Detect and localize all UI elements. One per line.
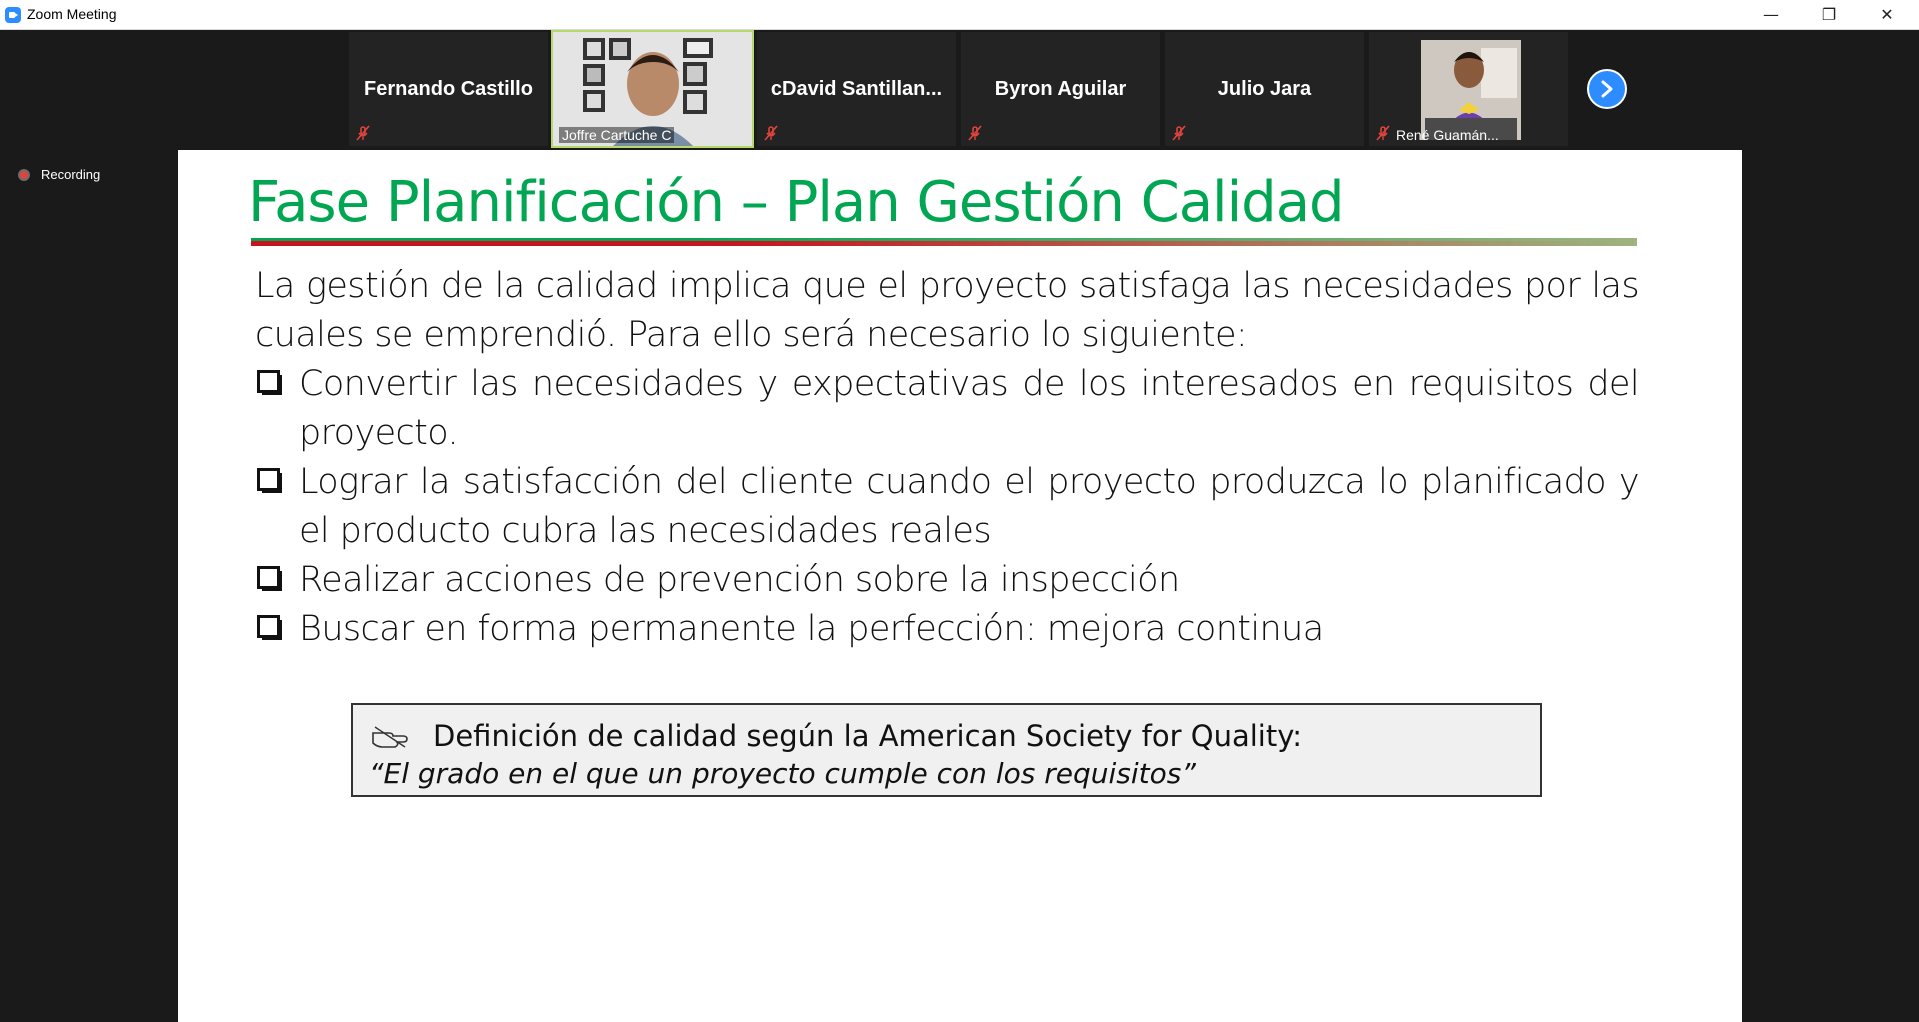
muted-microphone-icon bbox=[1172, 125, 1186, 141]
checkbox-bullet-icon bbox=[257, 615, 282, 640]
slide-intro: La gestión de la calidad implica que el … bbox=[255, 266, 1640, 355]
recording-label: Recording bbox=[41, 167, 101, 182]
participant-name: Julio Jara bbox=[1217, 78, 1312, 100]
bullet-text: Lograr la satisfacción del cliente cuand… bbox=[299, 462, 1640, 551]
checkbox-bullet-icon bbox=[257, 468, 282, 493]
muted-microphone-icon bbox=[764, 125, 778, 141]
recording-icon bbox=[18, 168, 30, 181]
definition-box: Definición de calidad según la American … bbox=[351, 703, 1542, 797]
definition-quote: “El grado en el que un proyecto cumple c… bbox=[369, 757, 1196, 790]
slide-body: La gestión de la calidad implica que el … bbox=[255, 262, 1640, 654]
participant-name: Fernando Castillo bbox=[364, 78, 533, 100]
bullet-list: Convertir las necesidades y expectativas… bbox=[255, 360, 1640, 654]
participant-video bbox=[1421, 40, 1521, 140]
bullet-text: Realizar acciones de prevención sobre la… bbox=[299, 560, 1180, 600]
bullet-item: Lograr la satisfacción del cliente cuand… bbox=[255, 458, 1640, 556]
muted-microphone-icon bbox=[1376, 125, 1390, 141]
title-divider bbox=[251, 238, 1637, 246]
close-button[interactable]: ✕ bbox=[1858, 0, 1916, 29]
shared-screen-slide: Fase Planificación – Plan Gestión Calida… bbox=[178, 150, 1742, 1022]
recording-indicator[interactable]: Recording bbox=[18, 167, 100, 182]
checkbox-bullet-icon bbox=[257, 566, 282, 591]
muted-microphone-icon bbox=[968, 125, 982, 141]
participant-tile[interactable]: René Guamán... bbox=[1369, 32, 1568, 146]
muted-microphone-icon bbox=[356, 125, 370, 141]
participant-tile[interactable]: Fernando Castillo bbox=[349, 32, 548, 146]
participant-tile[interactable]: Julio Jara bbox=[1165, 32, 1364, 146]
bullet-item: Convertir las necesidades y expectativas… bbox=[255, 360, 1640, 458]
zoom-app-icon bbox=[5, 7, 21, 23]
bullet-text: Convertir las necesidades y expectativas… bbox=[299, 364, 1640, 453]
bullet-item: Buscar en forma permanente la perfección… bbox=[255, 605, 1639, 654]
participant-name: Byron Aguilar bbox=[994, 78, 1127, 100]
chevron-right-icon bbox=[1601, 80, 1613, 98]
window-titlebar: Zoom Meeting — ❐ ✕ bbox=[0, 0, 1919, 30]
participant-tile[interactable]: Byron Aguilar bbox=[961, 32, 1160, 146]
participant-name: Joffre Cartuche C bbox=[559, 127, 675, 143]
slide-title: Fase Planificación – Plan Gestión Calida… bbox=[248, 170, 1345, 235]
next-page-button[interactable] bbox=[1587, 69, 1627, 109]
active-speaker-tile[interactable]: Joffre Cartuche C bbox=[551, 30, 754, 148]
definition-heading: Definición de calidad según la American … bbox=[433, 719, 1303, 753]
participant-name: cDavid Santillan... bbox=[770, 78, 943, 100]
participant-name: René Guamán... bbox=[1396, 127, 1499, 143]
checkbox-bullet-icon bbox=[257, 370, 282, 395]
participant-tile[interactable]: cDavid Santillan... bbox=[757, 32, 956, 146]
participant-strip: Fernando Castillo Joffre Cartuche C cDav… bbox=[349, 30, 1570, 148]
bullet-text: Buscar en forma permanente la perfección… bbox=[299, 609, 1324, 649]
restore-button[interactable]: ❐ bbox=[1800, 0, 1858, 29]
pointing-hand-icon bbox=[372, 726, 408, 748]
bullet-item: Realizar acciones de prevención sobre la… bbox=[255, 556, 1639, 605]
minimize-button[interactable]: — bbox=[1742, 0, 1800, 29]
window-title: Zoom Meeting bbox=[27, 6, 117, 22]
